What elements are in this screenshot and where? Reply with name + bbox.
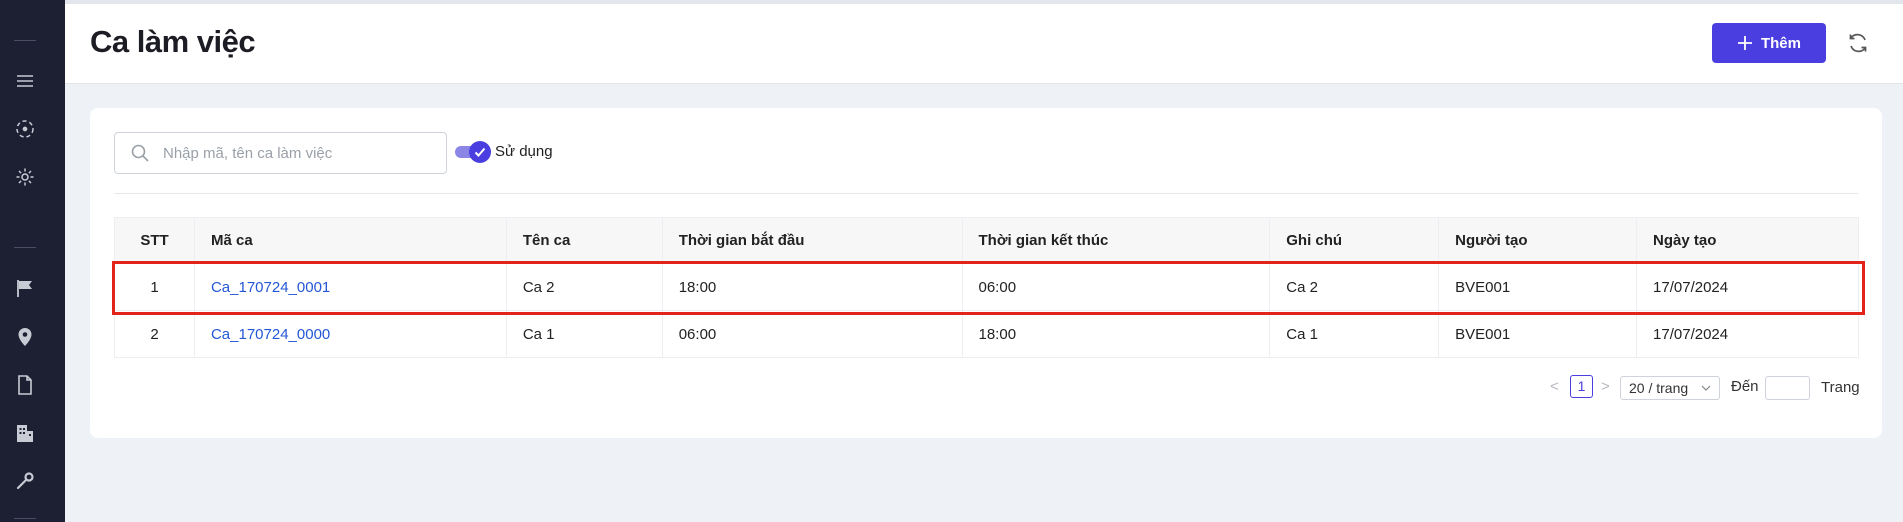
toggle-knob (469, 141, 491, 163)
table-header-row: STT Mã ca Tên ca Thời gian bắt đầu Thời … (114, 217, 1859, 264)
page-size-select[interactable]: 20 / trang (1620, 376, 1720, 400)
check-icon (474, 147, 486, 157)
cell-code: Ca_170724_0000 (193, 310, 507, 358)
toggle-label: Sử dụng (495, 143, 553, 160)
cell-creator: BVE001 (1438, 310, 1638, 358)
cell-created: 17/07/2024 (1636, 310, 1859, 358)
refresh-icon[interactable] (1846, 31, 1870, 55)
focus-target-icon[interactable] (14, 118, 36, 140)
cell-start: 06:00 (661, 310, 963, 358)
table-row[interactable]: 2 Ca_170724_0000 Ca 1 06:00 18:00 Ca 1 B… (114, 310, 1859, 358)
page-header: Ca làm việc Thêm (65, 4, 1903, 84)
sidebar-divider (14, 247, 36, 248)
cell-start: 18:00 (661, 263, 963, 311)
goto-label: Đến (1731, 378, 1759, 395)
prev-page-button[interactable]: < (1550, 378, 1559, 402)
filter-divider (114, 193, 1858, 194)
building-icon[interactable] (14, 422, 36, 444)
shift-code-link[interactable]: Ca_170724_0001 (211, 279, 330, 296)
cell-stt: 2 (114, 310, 195, 358)
plus-icon (1737, 36, 1752, 50)
column-header-code: Mã ca (193, 217, 507, 264)
search-input[interactable] (163, 144, 433, 162)
add-button-label: Thêm (1760, 34, 1801, 52)
page-number-current[interactable]: 1 (1570, 375, 1593, 398)
column-header-creator: Người tạo (1438, 217, 1638, 264)
cell-note: Ca 2 (1269, 263, 1440, 311)
menu-icon[interactable] (14, 70, 36, 92)
wrench-icon[interactable] (14, 470, 36, 492)
column-header-note: Ghi chú (1269, 217, 1440, 264)
document-icon[interactable] (14, 374, 36, 396)
search-box[interactable] (114, 132, 447, 174)
table-row[interactable]: 1 Ca_170724_0001 Ca 2 18:00 06:00 Ca 2 B… (114, 263, 1859, 311)
location-pin-icon[interactable] (14, 326, 36, 348)
cell-created: 17/07/2024 (1636, 263, 1859, 311)
gear-icon[interactable] (14, 166, 36, 188)
cell-end: 18:00 (961, 310, 1271, 358)
cell-code: Ca_170724_0001 (193, 263, 507, 311)
column-header-created: Ngày tạo (1636, 217, 1859, 264)
column-header-name: Tên ca (505, 217, 663, 264)
sidebar (0, 0, 65, 522)
column-header-end: Thời gian kết thúc (961, 217, 1271, 264)
flag-icon[interactable] (14, 277, 36, 299)
active-toggle[interactable] (455, 141, 491, 163)
goto-page-input[interactable] (1765, 376, 1810, 400)
chevron-down-icon (1701, 385, 1711, 391)
search-icon (131, 144, 149, 162)
cell-stt: 1 (114, 263, 195, 311)
next-page-button[interactable]: > (1601, 378, 1610, 402)
page-size-value: 20 / trang (1629, 380, 1689, 396)
sidebar-divider (14, 40, 36, 41)
shifts-table: STT Mã ca Tên ca Thời gian bắt đầu Thời … (114, 217, 1859, 358)
cell-end: 06:00 (961, 263, 1271, 311)
cell-name: Ca 2 (505, 263, 663, 311)
cell-note: Ca 1 (1269, 310, 1440, 358)
page-title: Ca làm việc (90, 24, 256, 59)
shift-code-link[interactable]: Ca_170724_0000 (211, 326, 330, 343)
sidebar-divider (14, 518, 36, 519)
cell-name: Ca 1 (505, 310, 663, 358)
page-label: Trang (1821, 379, 1860, 396)
content-card: Sử dụng STT Mã ca Tên ca Thời gian bắt đ… (90, 108, 1882, 438)
column-header-start: Thời gian bắt đầu (661, 217, 963, 264)
add-button[interactable]: Thêm (1712, 23, 1826, 63)
column-header-stt: STT (114, 217, 195, 264)
cell-creator: BVE001 (1438, 263, 1638, 311)
